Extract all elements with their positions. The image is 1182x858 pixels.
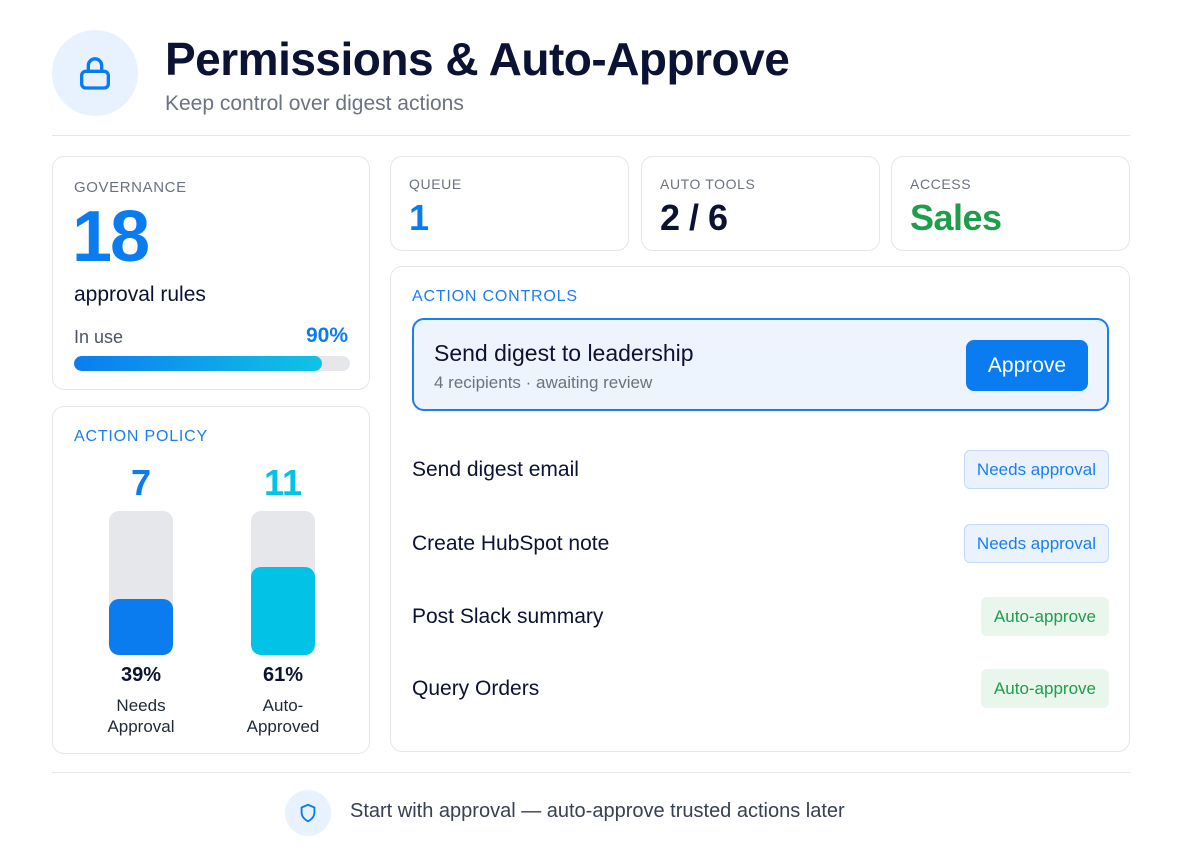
approve-button[interactable]: Approve bbox=[966, 340, 1088, 391]
lock-icon-badge bbox=[52, 30, 138, 116]
action-row-label: Create HubSpot note bbox=[412, 532, 610, 555]
page-header: Permissions & Auto-Approve Keep control … bbox=[52, 30, 1130, 136]
policy-bar-track bbox=[109, 511, 173, 655]
policy-bar-fill bbox=[109, 598, 173, 655]
action-row-create-hubspot-note: Create HubSpot note Needs approval bbox=[412, 524, 1109, 564]
policy-count: 11 bbox=[263, 462, 303, 503]
in-use-progress-fill bbox=[74, 356, 323, 371]
page-title: Permissions & Auto-Approve bbox=[165, 33, 790, 85]
governance-card: GOVERNANCE 18 approval rules In use 90% bbox=[52, 156, 370, 390]
policy-percent: 61% bbox=[262, 664, 304, 686]
governance-rule-count: 18 bbox=[72, 197, 150, 277]
needs-approval-badge[interactable]: Needs approval bbox=[963, 524, 1109, 563]
policy-label-line: Approval bbox=[107, 717, 175, 736]
action-row-label: Query Orders bbox=[412, 677, 540, 700]
action-row-post-slack-summary: Post Slack summary Auto-approve bbox=[412, 597, 1109, 637]
policy-column-auto-approved: 11 61% Auto- Approved bbox=[223, 459, 343, 737]
shield-icon-badge bbox=[285, 790, 331, 836]
policy-column-needs-approval: 7 39% Needs Approval bbox=[81, 459, 201, 737]
auto-approve-badge[interactable]: Auto-approve bbox=[980, 597, 1109, 636]
stat-label: ACCESS bbox=[910, 176, 972, 192]
policy-label-line: Approved bbox=[246, 717, 320, 736]
action-policy-label: ACTION POLICY bbox=[74, 428, 208, 445]
needs-approval-badge[interactable]: Needs approval bbox=[963, 450, 1109, 489]
governance-label: GOVERNANCE bbox=[74, 179, 187, 196]
policy-bar-track bbox=[251, 511, 315, 655]
stat-card-queue: QUEUE 1 bbox=[390, 156, 629, 251]
lock-icon bbox=[80, 57, 110, 90]
action-row-label: Post Slack summary bbox=[412, 605, 604, 628]
action-row-label: Send digest email bbox=[412, 458, 579, 481]
stat-value: 2 / 6 bbox=[660, 197, 728, 238]
stat-label: AUTO TOOLS bbox=[660, 176, 756, 192]
action-controls-label: ACTION CONTROLS bbox=[412, 288, 578, 305]
shield-icon bbox=[300, 803, 316, 823]
policy-label: Needs Approval bbox=[81, 695, 201, 737]
action-controls-card: ACTION CONTROLS Send digest to leadershi… bbox=[390, 266, 1130, 752]
auto-approve-badge[interactable]: Auto-approve bbox=[980, 669, 1109, 708]
action-row-send-digest-email: Send digest email Needs approval bbox=[412, 450, 1109, 490]
action-row-query-orders: Query Orders Auto-approve bbox=[412, 669, 1109, 709]
pending-action-title: Send digest to leadership bbox=[434, 340, 694, 366]
footer-divider bbox=[52, 772, 1130, 773]
policy-count: 7 bbox=[130, 462, 152, 503]
in-use-progress-track bbox=[74, 356, 350, 371]
pending-action-subtitle: 4 recipients · awaiting review bbox=[434, 373, 653, 392]
stat-value: 1 bbox=[409, 197, 429, 238]
stat-label: QUEUE bbox=[409, 176, 462, 192]
policy-label-line: Auto- bbox=[262, 696, 304, 715]
footer-message: Start with approval — auto-approve trust… bbox=[350, 800, 845, 822]
policy-label-line: Needs bbox=[116, 696, 166, 715]
page-subtitle: Keep control over digest actions bbox=[165, 92, 464, 115]
stat-card-access: ACCESS Sales bbox=[891, 156, 1130, 251]
policy-label: Auto- Approved bbox=[223, 695, 343, 737]
governance-rule-caption: approval rules bbox=[74, 283, 206, 306]
pending-action-card: Send digest to leadership 4 recipients ·… bbox=[412, 318, 1109, 411]
in-use-value: 90% bbox=[305, 324, 348, 347]
policy-percent: 39% bbox=[120, 664, 162, 686]
in-use-label: In use bbox=[74, 327, 124, 347]
stat-card-auto-tools: AUTO TOOLS 2 / 6 bbox=[641, 156, 880, 251]
stat-value: Sales bbox=[910, 197, 1002, 238]
policy-bar-fill bbox=[251, 567, 315, 655]
action-policy-card: ACTION POLICY 7 39% Needs Approval 11 61… bbox=[52, 406, 370, 754]
